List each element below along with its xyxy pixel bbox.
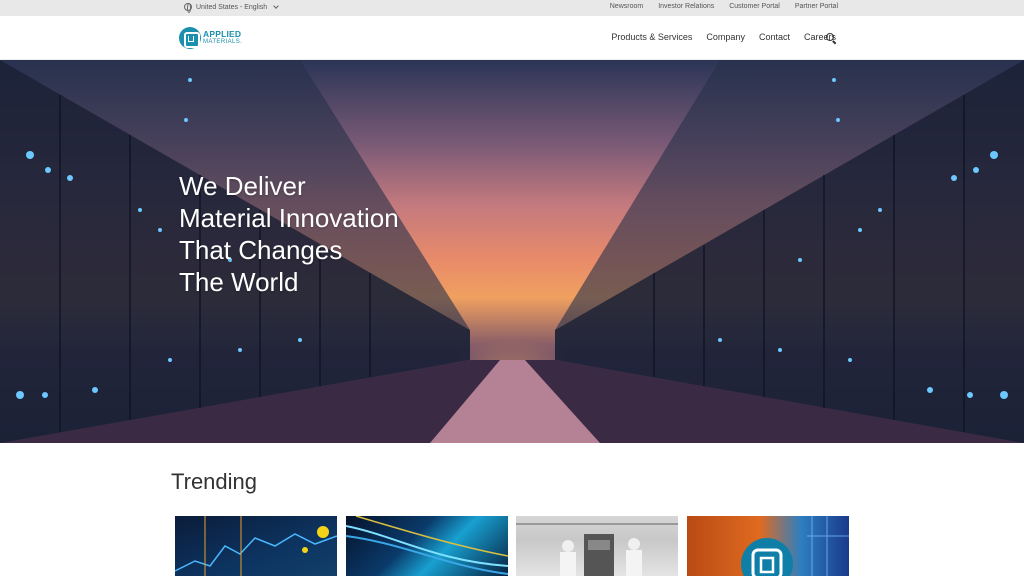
nav-item-company[interactable]: Company <box>706 32 745 42</box>
chevron-down-icon <box>273 3 280 9</box>
utility-link-newsroom[interactable]: Newsroom <box>610 3 643 10</box>
utility-bar: United States - English Newsroom Investo… <box>0 0 1024 16</box>
logo-line1: APPLIED <box>203 29 242 39</box>
chip-logo-image <box>741 516 849 576</box>
hero-headline-line: Material Innovation <box>179 203 399 233</box>
utility-link-partner-portal[interactable]: Partner Portal <box>795 3 838 10</box>
nav-item-products-services[interactable]: Products & Services <box>611 32 692 42</box>
search-icon[interactable] <box>826 33 834 41</box>
utility-links: Newsroom Investor Relations Customer Por… <box>610 3 838 10</box>
locale-selector[interactable]: United States - English <box>184 3 280 13</box>
globe-icon <box>184 3 192 13</box>
light-streaks-image <box>346 516 508 575</box>
trending-card[interactable] <box>175 516 337 576</box>
hero-headline: We Deliver Material Innovation That Chan… <box>179 170 399 298</box>
utility-link-customer-portal[interactable]: Customer Portal <box>729 3 780 10</box>
logo-line2: MATERIALS. <box>203 39 243 45</box>
locale-label: United States - English <box>196 3 268 11</box>
site-header: APPLIED MATERIALS. Products & Services C… <box>0 16 1024 60</box>
applied-materials-logo[interactable]: APPLIED MATERIALS. <box>179 27 242 49</box>
hero-headline-line: The World <box>179 267 299 297</box>
trending-card[interactable] <box>346 516 508 576</box>
main-nav: Products & Services Company Contact Care… <box>611 32 836 42</box>
logo-wordmark: APPLIED MATERIALS. <box>203 30 242 46</box>
hero-headline-line: That Changes <box>179 235 343 265</box>
utility-link-investor-relations[interactable]: Investor Relations <box>658 3 714 10</box>
trending-card[interactable] <box>516 516 678 576</box>
chart-graphic-image <box>175 516 337 576</box>
trending-card[interactable] <box>687 516 849 576</box>
hero-headline-line: We Deliver <box>179 171 306 201</box>
cleanroom-image <box>516 523 678 576</box>
nav-item-contact[interactable]: Contact <box>759 32 790 42</box>
trending-heading: Trending <box>171 469 258 494</box>
data-center-image <box>0 60 1024 443</box>
hero-banner: We Deliver Material Innovation That Chan… <box>0 60 1024 443</box>
logo-mark-icon <box>179 27 201 49</box>
